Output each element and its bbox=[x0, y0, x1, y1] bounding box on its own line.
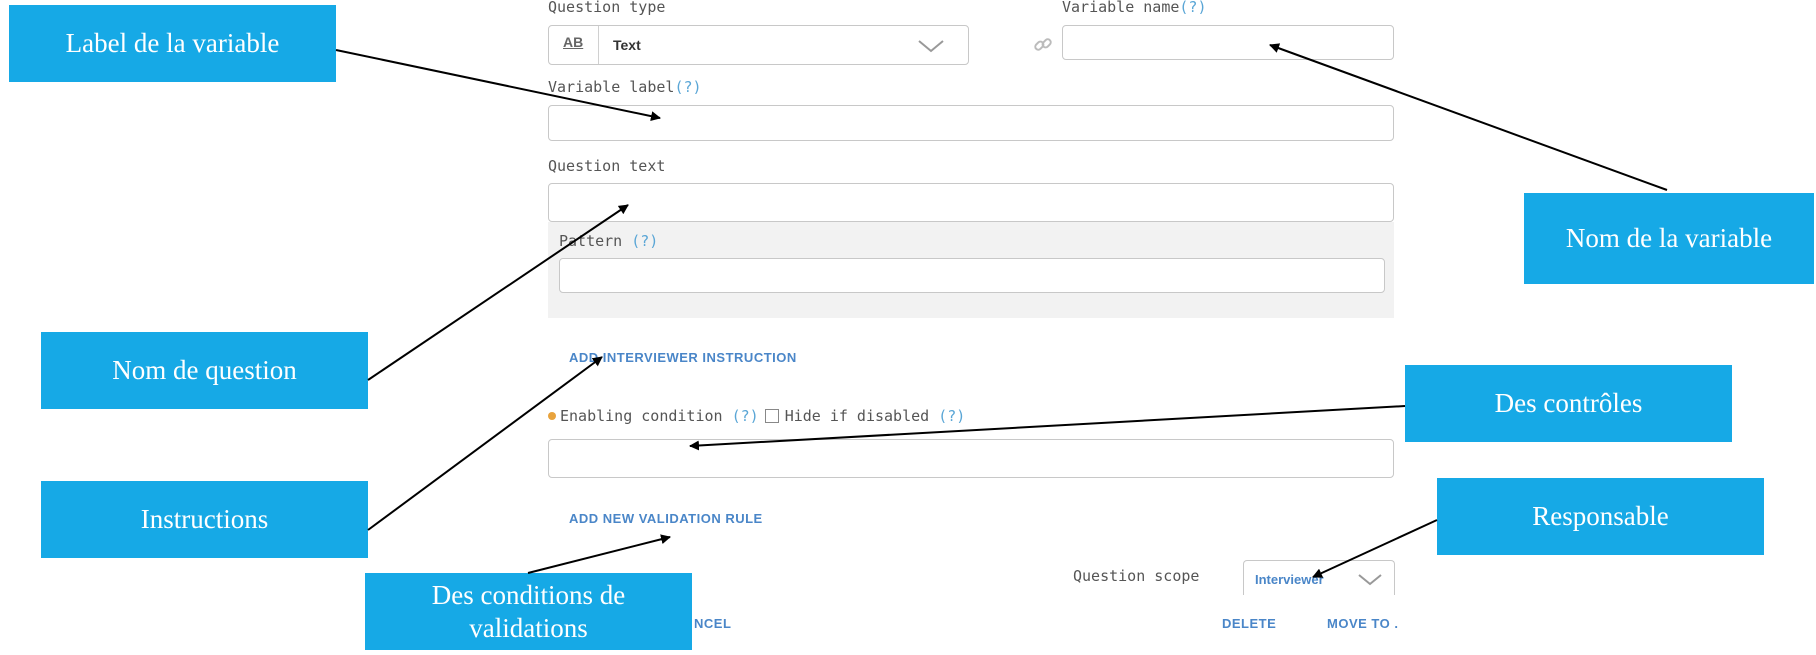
arrow-validation-conditions bbox=[527, 534, 671, 574]
arrow-question-name bbox=[367, 204, 629, 381]
arrow-variable-name bbox=[1269, 43, 1668, 191]
arrow-instructions bbox=[367, 356, 603, 531]
arrow-responsible bbox=[1312, 519, 1438, 578]
arrow-variable-label bbox=[335, 49, 661, 122]
arrow-controls bbox=[689, 405, 1406, 451]
annotation-arrows bbox=[335, 43, 1668, 578]
